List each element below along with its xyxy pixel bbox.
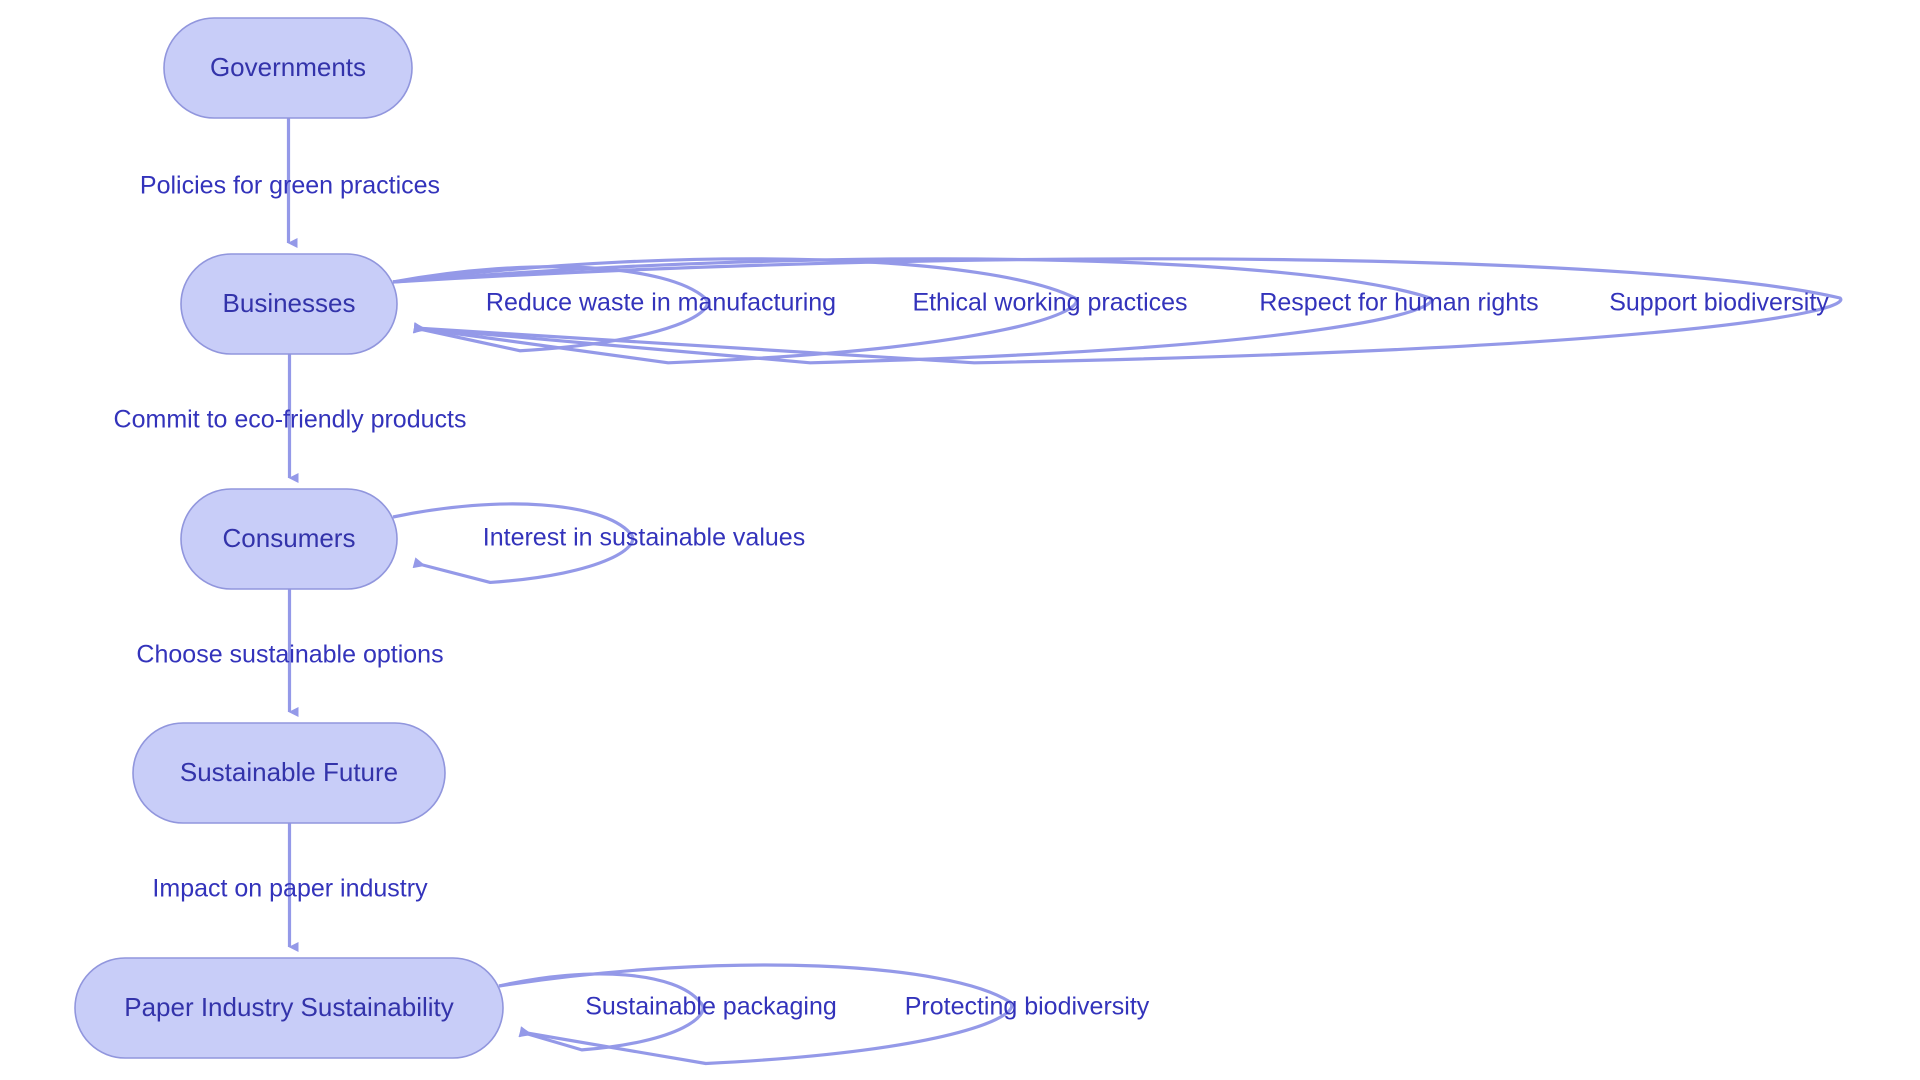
- flow-edge-label: Policies for green practices: [140, 172, 440, 200]
- node-businesses[interactable]: Businesses: [180, 253, 398, 355]
- node-consumers[interactable]: Consumers: [180, 488, 398, 590]
- flowchart-canvas: Governments Businesses Consumers Sustainabl…: [0, 0, 1920, 1080]
- flow-edge-label: Commit to eco-friendly products: [114, 406, 467, 434]
- flow-edge-label: Impact on paper industry: [152, 875, 428, 903]
- node-paper_industry[interactable]: Paper Industry Sustainability: [74, 957, 504, 1059]
- node-label: Paper Industry Sustainability: [124, 992, 454, 1022]
- node-governments[interactable]: Governments: [163, 17, 413, 119]
- flowchart-svg: Governments Businesses Consumers Sustainabl…: [74, 17, 1843, 1066]
- self-loop-edge-label: Interest in sustainable values: [483, 524, 805, 552]
- node-label: Sustainable Future: [180, 757, 398, 787]
- self-loop-edge-label: Support biodiversity: [1609, 289, 1829, 317]
- node-sustainable_future[interactable]: Sustainable Future: [132, 722, 446, 824]
- node-label: Consumers: [223, 523, 356, 553]
- self-loop-edges-group: [392, 257, 1843, 1066]
- self-loop-edge-label: Sustainable packaging: [585, 993, 837, 1021]
- node-label: Businesses: [223, 288, 356, 318]
- self-loop-edge-label: Protecting biodiversity: [905, 993, 1150, 1021]
- flow-edge-label: Choose sustainable options: [136, 641, 443, 669]
- self-loop-edge-label: Ethical working practices: [912, 289, 1187, 317]
- self-loop-edge-label: Respect for human rights: [1259, 289, 1538, 317]
- node-label: Governments: [210, 52, 366, 82]
- self-loop-edge-label: Reduce waste in manufacturing: [486, 289, 836, 317]
